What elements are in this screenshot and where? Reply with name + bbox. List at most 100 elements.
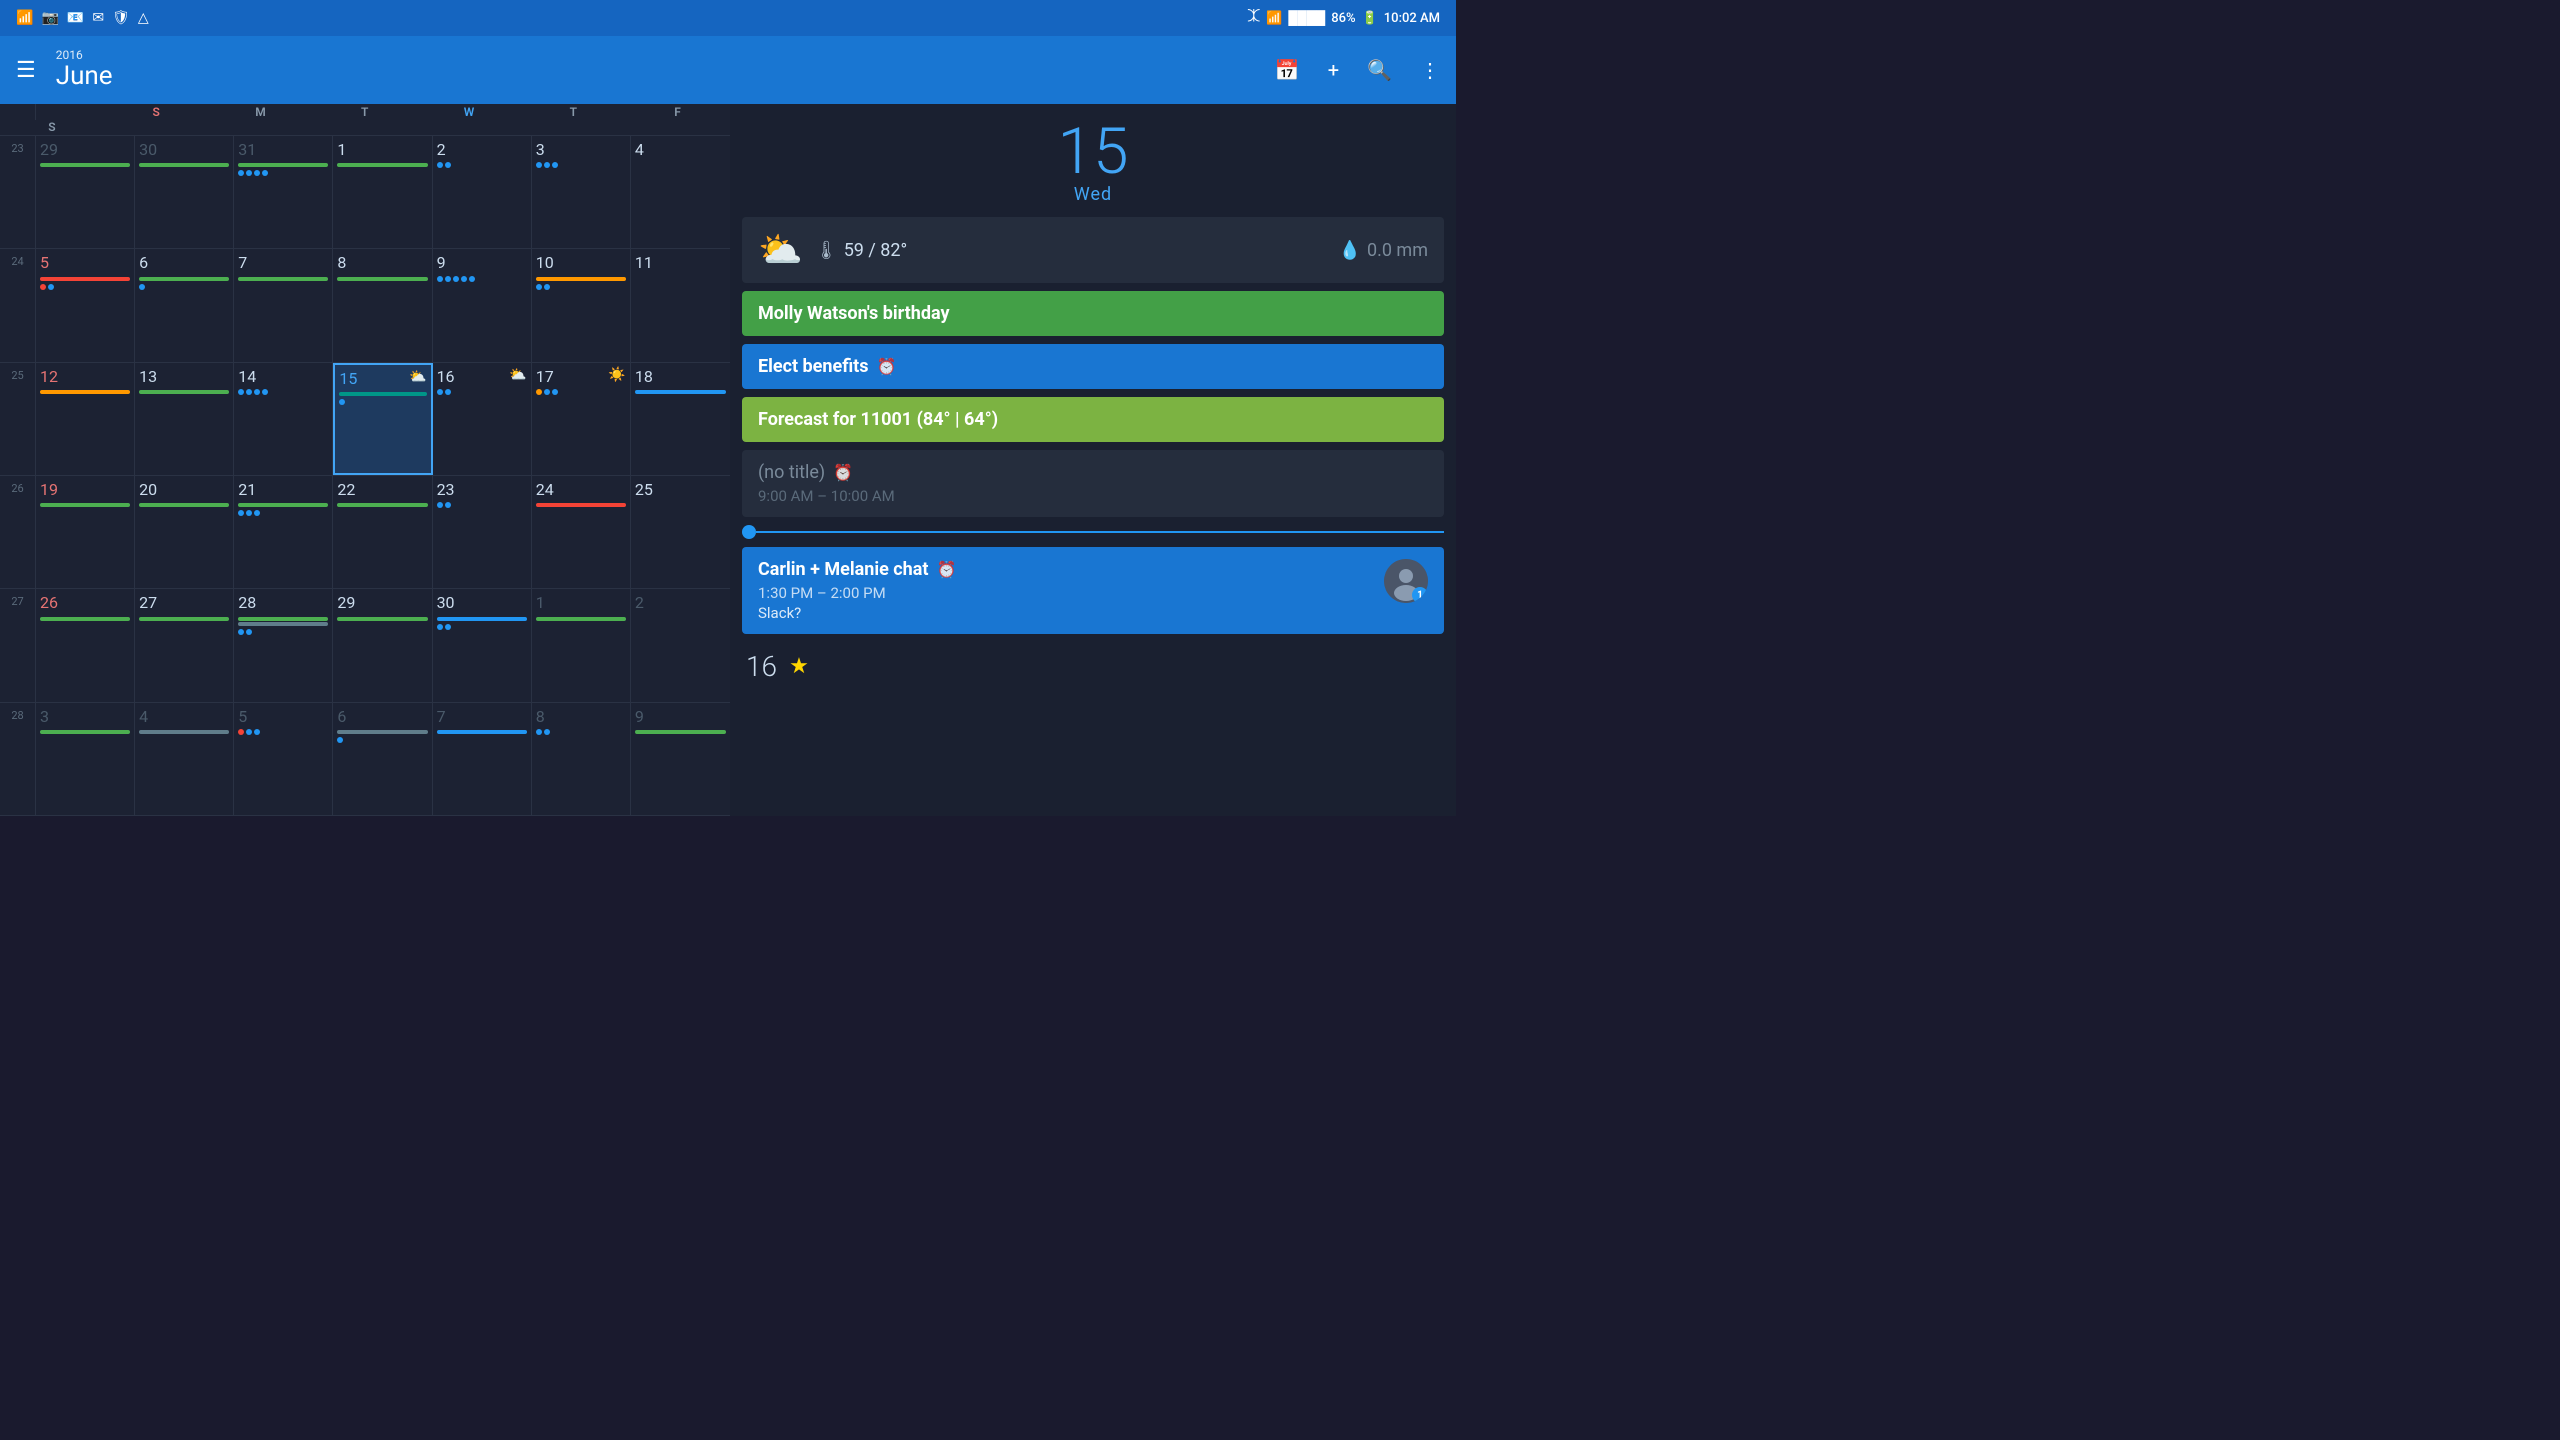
calendar-day[interactable]: 8 bbox=[532, 703, 631, 815]
event-dots bbox=[238, 510, 328, 516]
calendar-day[interactable]: 8 bbox=[333, 249, 432, 361]
outlook-icon: 📧 bbox=[67, 10, 84, 26]
event-bars bbox=[238, 163, 328, 167]
event-dots bbox=[437, 502, 527, 508]
calendar-day[interactable]: 9 bbox=[631, 703, 730, 815]
chat-event-card[interactable]: Carlin + Melanie chat ⏰ 1:30 PM – 2:00 P… bbox=[742, 547, 1444, 634]
calendar-day[interactable]: 5 bbox=[234, 703, 333, 815]
calendar-day[interactable]: 16⛅ bbox=[433, 363, 532, 475]
time-dot bbox=[742, 525, 756, 539]
no-title-alarm-icon: ⏰ bbox=[833, 463, 853, 482]
calendar-day[interactable]: 30 bbox=[135, 136, 234, 248]
rain-amount: 0.0 mm bbox=[1367, 240, 1428, 261]
no-title-event-card[interactable]: (no title) ⏰ 9:00 AM – 10:00 AM bbox=[742, 450, 1444, 517]
drive-icon: △ bbox=[138, 10, 149, 26]
event-dots bbox=[437, 276, 527, 282]
calendar-day[interactable]: 19 bbox=[36, 476, 135, 588]
benefits-event-title: Elect benefits ⏰ bbox=[758, 356, 1428, 377]
calendar-day[interactable]: 12 bbox=[36, 363, 135, 475]
calendar-day[interactable]: 20 bbox=[135, 476, 234, 588]
event-bar bbox=[40, 730, 130, 734]
calendar-day[interactable]: 3 bbox=[36, 703, 135, 815]
day-number: 13 bbox=[139, 367, 229, 386]
hamburger-menu-button[interactable]: ☰ bbox=[16, 58, 36, 83]
chat-event-subtitle: Slack? bbox=[758, 604, 956, 622]
calendar-day[interactable]: 23 bbox=[433, 476, 532, 588]
calendar-day[interactable]: 4 bbox=[135, 703, 234, 815]
calendar-day[interactable]: 26 bbox=[36, 589, 135, 701]
event-bar bbox=[536, 503, 626, 507]
event-dots bbox=[238, 729, 328, 735]
day-number: 19 bbox=[40, 480, 130, 499]
event-dot bbox=[544, 729, 550, 735]
search-button[interactable]: 🔍 bbox=[1367, 58, 1392, 82]
day-number: 18 bbox=[635, 367, 726, 386]
event-dot bbox=[139, 284, 145, 290]
event-dot bbox=[552, 389, 558, 395]
calendar-day[interactable]: 3 bbox=[532, 136, 631, 248]
calendar-day[interactable]: 11 bbox=[631, 249, 730, 361]
calendar-day[interactable]: 6 bbox=[135, 249, 234, 361]
date-display: 15 Wed bbox=[730, 104, 1456, 217]
event-dot bbox=[246, 170, 252, 176]
calendar-view-button[interactable]: 📅 bbox=[1275, 58, 1300, 82]
event-dot bbox=[461, 276, 467, 282]
add-event-button[interactable]: + bbox=[1328, 58, 1339, 82]
calendar-day[interactable]: 25 bbox=[631, 476, 730, 588]
event-bar bbox=[40, 277, 130, 281]
selected-date-weekday: Wed bbox=[1074, 184, 1112, 205]
calendar-day[interactable]: 4 bbox=[631, 136, 730, 248]
calendar-day[interactable]: 22 bbox=[333, 476, 432, 588]
birthday-event-card[interactable]: Molly Watson's birthday bbox=[742, 291, 1444, 336]
calendar-day[interactable]: 24 bbox=[532, 476, 631, 588]
calendar-day[interactable]: 27 bbox=[135, 589, 234, 701]
event-bars bbox=[40, 277, 130, 281]
event-dots bbox=[536, 284, 626, 290]
event-bar bbox=[40, 163, 130, 167]
calendar-day[interactable]: 9 bbox=[433, 249, 532, 361]
day-number: 9 bbox=[437, 253, 527, 272]
event-bar bbox=[139, 277, 229, 281]
calendar-day[interactable]: 28 bbox=[234, 589, 333, 701]
event-bar bbox=[139, 163, 229, 167]
calendar-day[interactable]: 2 bbox=[631, 589, 730, 701]
event-dot bbox=[262, 389, 268, 395]
day-number: 10 bbox=[536, 253, 626, 272]
day-headers: S M T W T F S bbox=[0, 104, 730, 136]
calendar-day[interactable]: 2 bbox=[433, 136, 532, 248]
benefits-event-card[interactable]: Elect benefits ⏰ bbox=[742, 344, 1444, 389]
calendar-day[interactable]: 6 bbox=[333, 703, 432, 815]
calendar-day[interactable]: 21 bbox=[234, 476, 333, 588]
top-bar-left: ☰ 2016 June bbox=[16, 49, 113, 91]
next-day-row: 16 ★ bbox=[730, 642, 1456, 691]
calendar-day[interactable]: 17☀️ bbox=[532, 363, 631, 475]
calendar-day[interactable]: 31 bbox=[234, 136, 333, 248]
calendar-day[interactable]: 29 bbox=[333, 589, 432, 701]
forecast-event-card[interactable]: Forecast for 11001 (84° | 64°) bbox=[742, 397, 1444, 442]
event-bars bbox=[139, 390, 229, 394]
event-dots bbox=[40, 284, 130, 290]
calendar-day[interactable]: 15⛅ bbox=[333, 363, 432, 475]
calendar-day[interactable]: 5 bbox=[36, 249, 135, 361]
month-label: June bbox=[56, 62, 113, 91]
event-bars bbox=[339, 392, 426, 396]
event-bars bbox=[635, 730, 726, 734]
calendar-day[interactable]: 14 bbox=[234, 363, 333, 475]
calendar-day[interactable]: 1 bbox=[333, 136, 432, 248]
event-dot bbox=[445, 276, 451, 282]
event-dot bbox=[536, 729, 542, 735]
calendar-day[interactable]: 30 bbox=[433, 589, 532, 701]
more-options-button[interactable]: ⋮ bbox=[1420, 58, 1440, 82]
day-number: 1 bbox=[536, 593, 626, 612]
week-number-25: 25 bbox=[0, 363, 36, 475]
current-time-marker bbox=[742, 525, 1444, 539]
calendar-day[interactable]: 1 bbox=[532, 589, 631, 701]
calendar-day[interactable]: 13 bbox=[135, 363, 234, 475]
calendar-day[interactable]: 18 bbox=[631, 363, 730, 475]
event-dots bbox=[139, 284, 229, 290]
calendar-day[interactable]: 29 bbox=[36, 136, 135, 248]
calendar-day[interactable]: 10 bbox=[532, 249, 631, 361]
calendar-day[interactable]: 7 bbox=[234, 249, 333, 361]
event-bars bbox=[139, 163, 229, 167]
calendar-day[interactable]: 7 bbox=[433, 703, 532, 815]
